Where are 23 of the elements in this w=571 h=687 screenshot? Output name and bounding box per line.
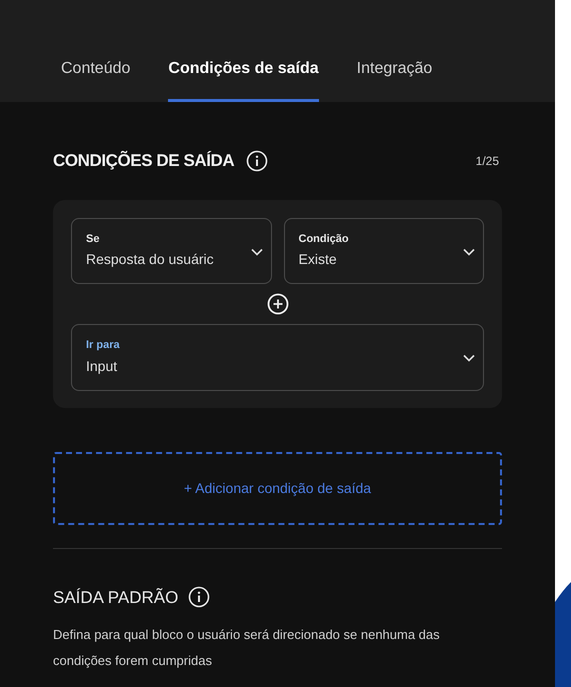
tab[interactable]: Conteúdo: [61, 57, 130, 102]
field-label: Se: [86, 232, 100, 247]
chevron-down-icon: [250, 248, 262, 256]
field-value: Existe: [298, 250, 338, 270]
field-label: Ir para: [86, 338, 121, 354]
chevron-down-icon: [463, 248, 475, 256]
dropdown-field[interactable]: Se Resposta do usuáric: [71, 218, 272, 284]
add-exit-condition-button[interactable]: + Adicionar condição de saída: [53, 452, 502, 524]
dropdown-field[interactable]: Ir para Input: [71, 324, 484, 390]
section-title: SAÍDA PADRÃO: [53, 586, 178, 608]
description-text: Defina para qual bloco o usuário será direcionado se nenhuma das condições forem cumpridas: [53, 626, 441, 670]
field-value: Input: [86, 356, 118, 376]
field-label: Condição: [298, 232, 350, 247]
info-icon[interactable]: [246, 150, 268, 172]
condition-counter: 1/25: [476, 152, 499, 170]
tab[interactable]: Integração: [356, 57, 432, 102]
section-title: CONDIÇÕES DE SAÍDA: [53, 150, 234, 172]
chevron-down-icon: [463, 354, 475, 362]
tab[interactable]: Condições de saída: [168, 57, 319, 102]
field-value: Resposta do usuáric: [86, 250, 215, 270]
add-icon[interactable]: [266, 292, 288, 314]
info-icon[interactable]: [188, 586, 210, 608]
dropdown-field[interactable]: Condição Existe: [284, 218, 484, 284]
